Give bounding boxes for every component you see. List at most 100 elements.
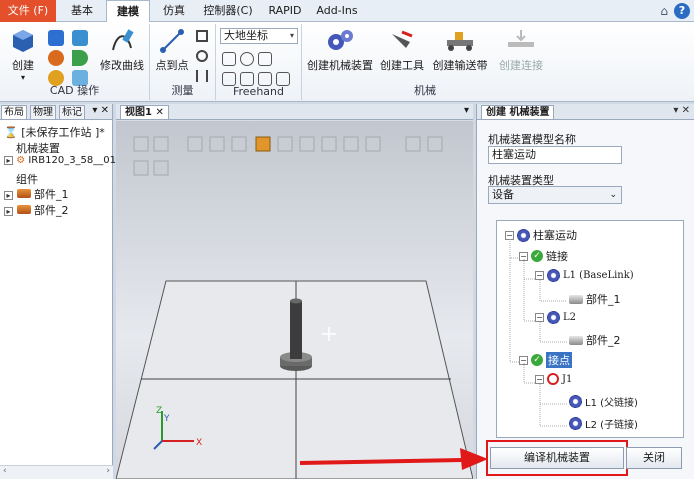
3d-viewport[interactable]: Z Y X	[115, 121, 474, 479]
angle-icon[interactable]	[196, 30, 208, 42]
ribbon-group-measure: 点到点 测量	[150, 24, 216, 100]
link-gear-icon	[569, 395, 582, 408]
pane-close-icon[interactable]: ▾ ✕	[673, 105, 690, 116]
group-label-freehand: Freehand	[232, 85, 284, 98]
tab-create-mechanism[interactable]: 创建 机械装置	[481, 105, 555, 120]
collapse-icon[interactable]: −	[505, 230, 514, 240]
tree-links[interactable]: − ✓ 链接	[519, 248, 568, 264]
ribbon-group-cad: 创建 ▾ 修改曲线 CAD 操作	[0, 24, 150, 100]
diameter-icon[interactable]	[196, 50, 208, 62]
tab-physics[interactable]: 物理	[30, 105, 56, 120]
drag-icon[interactable]	[258, 52, 272, 66]
model-name-input[interactable]: 柱塞运动	[488, 146, 622, 164]
tab-file[interactable]: 文件 (F)	[0, 0, 56, 22]
group-label-measure: 测量	[171, 84, 194, 97]
collapse-icon[interactable]: −	[519, 355, 528, 365]
tree-link-l2[interactable]: − L2	[535, 311, 576, 324]
point-to-point-button[interactable]: 点到点	[152, 28, 192, 73]
collapse-icon[interactable]: −	[535, 374, 544, 384]
tab-simulation[interactable]: 仿真	[152, 0, 196, 22]
3d-scene: Z Y X	[115, 136, 474, 479]
intersect-icon[interactable]	[48, 50, 64, 66]
collapse-icon[interactable]: −	[519, 251, 528, 261]
create-tool-button[interactable]: 创建工具	[378, 28, 426, 73]
ribbon: 创建 ▾ 修改曲线 CAD 操作 点到点 测量 Freehand 大地坐标▾	[0, 22, 694, 102]
tab-markup[interactable]: 标记	[59, 105, 85, 120]
collapse-icon[interactable]: −	[535, 313, 544, 322]
mechanism-tree: − 柱塞运动 − ✓ 链接 − L1 (BaseLink) 部件_1 − L2 …	[496, 220, 684, 438]
modify-curve-button[interactable]: 修改曲线	[96, 28, 148, 73]
chevron-down-icon: ⌄	[609, 190, 617, 200]
ribbon-group-mechanism: 创建机械装置 创建工具 创建输送带 创建连接 机械	[302, 24, 548, 100]
group-label-mechanism: 机械	[414, 84, 436, 97]
tree-link-l1[interactable]: − L1 (BaseLink)	[535, 269, 634, 282]
close-button[interactable]: 关闭	[626, 447, 682, 469]
union-icon[interactable]	[48, 30, 64, 46]
layout-pane: 布局 物理 标记 ▾ ✕ ⌛ [未保存工作站 ]* 机械装置 ▸ ⚙ IRB12…	[0, 104, 116, 479]
gears-icon	[328, 30, 353, 50]
ribbon-tab-bar: 文件 (F) 基本 建模 仿真 控制器(C) RAPID Add-Ins ⌂ ?	[0, 0, 694, 23]
link-gear-icon	[569, 417, 582, 430]
tab-addins[interactable]: Add-Ins	[312, 0, 362, 22]
check-icon: ✓	[531, 250, 543, 262]
gears-icon	[517, 228, 530, 242]
station-node[interactable]: ⌛ [未保存工作站 ]*	[4, 124, 105, 140]
mechanisms-header: 机械装置	[16, 142, 60, 155]
model-name-label: 机械装置模型名称	[488, 133, 576, 146]
robot-icon: ⚙	[16, 155, 26, 166]
curve-edit-icon	[112, 29, 134, 51]
jog-reorient-icon[interactable]	[258, 72, 272, 86]
link-gear-icon	[547, 269, 560, 282]
help-icon[interactable]: ?	[674, 3, 690, 19]
expand-icon[interactable]: ▸	[4, 207, 13, 216]
horizontal-scrollbar[interactable]: ‹ ›	[0, 465, 113, 479]
coordinate-dropdown[interactable]: 大地坐标 ▾	[220, 28, 298, 44]
compile-mechanism-button[interactable]: 编译机械装置	[490, 447, 624, 469]
tree-joints[interactable]: − ✓ 接点	[519, 352, 572, 368]
extrude-icon[interactable]	[72, 50, 88, 66]
tree-part-2[interactable]: 部件_2	[569, 332, 621, 348]
part-icon	[569, 335, 583, 345]
collapse-ribbon-icon[interactable]: ⌂	[660, 4, 668, 18]
svg-text:Z: Z	[156, 406, 162, 416]
part-icon	[16, 205, 31, 214]
expand-icon[interactable]: ▸	[4, 191, 13, 200]
jog-linear-icon[interactable]	[240, 72, 254, 86]
jog-joint-icon[interactable]	[222, 72, 236, 86]
robot-node[interactable]: ▸ ⚙ IRB120_3_58__01	[4, 155, 116, 166]
tab-layout[interactable]: 布局	[1, 105, 27, 120]
tree-joint-j1[interactable]: − J1	[535, 373, 572, 385]
collapse-icon[interactable]: −	[535, 271, 544, 280]
tree-root[interactable]: − 柱塞运动	[505, 227, 577, 243]
part-node-2[interactable]: ▸ 部件_2	[4, 202, 69, 218]
tab-view1[interactable]: 视图1 ✕	[120, 105, 169, 120]
expand-icon[interactable]: ▸	[4, 156, 13, 165]
part-icon	[569, 294, 583, 304]
tab-modeling[interactable]: 建模	[106, 0, 150, 23]
create-mechanism-button[interactable]: 创建机械装置	[304, 28, 376, 73]
mechanism-type-select[interactable]: 设备 ⌄	[488, 186, 622, 204]
tab-controller[interactable]: 控制器(C)	[198, 0, 258, 22]
rotate-icon[interactable]	[240, 52, 254, 66]
tree-part-1[interactable]: 部件_1	[569, 291, 621, 307]
measure-points-icon	[160, 29, 184, 53]
create-connection-button[interactable]: 创建连接	[494, 28, 548, 73]
tree-child-link[interactable]: L2 (子链接)	[569, 416, 638, 431]
link-gear-icon	[547, 311, 560, 324]
surface-icon[interactable]	[72, 30, 88, 46]
tree-parent-link[interactable]: L1 (父链接)	[569, 394, 638, 409]
move-icon[interactable]	[222, 52, 236, 66]
view-menu-icon[interactable]: ▾	[464, 105, 469, 116]
station-icon: ⌛	[4, 126, 18, 139]
tab-rapid[interactable]: RAPID	[262, 0, 308, 22]
components-header: 组件	[16, 173, 38, 186]
tab-basic[interactable]: 基本	[60, 0, 104, 22]
part-icon	[16, 189, 31, 198]
pane-close-icon[interactable]: ▾ ✕	[92, 105, 109, 116]
group-label-cad: CAD 操作	[49, 84, 100, 97]
min-distance-icon[interactable]	[196, 70, 208, 82]
create-conveyor-button[interactable]: 创建输送带	[430, 28, 490, 73]
create-button[interactable]: 创建 ▾	[6, 28, 40, 82]
part-node-1[interactable]: ▸ 部件_1	[4, 186, 69, 202]
multi-robot-jog-icon[interactable]	[276, 72, 290, 86]
